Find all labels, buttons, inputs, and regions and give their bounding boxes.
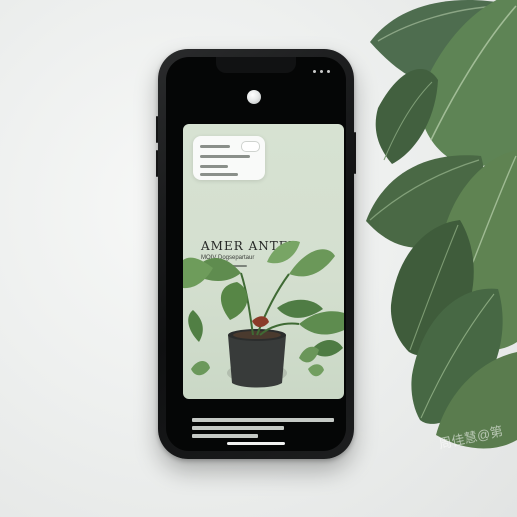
caption-line bbox=[192, 418, 334, 422]
status-dot bbox=[313, 70, 316, 73]
home-indicator[interactable] bbox=[227, 442, 285, 445]
pill-tag bbox=[242, 142, 259, 151]
signal-dots-icon bbox=[313, 70, 330, 73]
mockup-scene: AMER ANTET MOIV Dogsepartaur 周佳慧@第 bbox=[0, 0, 517, 517]
potted-plant-image bbox=[183, 240, 344, 388]
status-dot bbox=[320, 70, 323, 73]
power-button[interactable] bbox=[354, 132, 356, 174]
caption-line bbox=[192, 426, 284, 430]
product-card[interactable]: AMER ANTET MOIV Dogsepartaur bbox=[183, 124, 344, 399]
phone-screen: AMER ANTET MOIV Dogsepartaur bbox=[166, 57, 346, 451]
caption-line bbox=[192, 434, 258, 438]
phone-notch bbox=[216, 57, 296, 73]
pill-text-line bbox=[200, 145, 230, 148]
pill-text-line bbox=[200, 155, 250, 158]
info-pill[interactable] bbox=[193, 136, 265, 180]
pill-text-line bbox=[200, 165, 228, 168]
phone-frame: AMER ANTET MOIV Dogsepartaur bbox=[158, 49, 354, 459]
pill-text-line bbox=[200, 173, 238, 176]
circle-camera-icon[interactable] bbox=[247, 90, 261, 104]
status-dot bbox=[327, 70, 330, 73]
